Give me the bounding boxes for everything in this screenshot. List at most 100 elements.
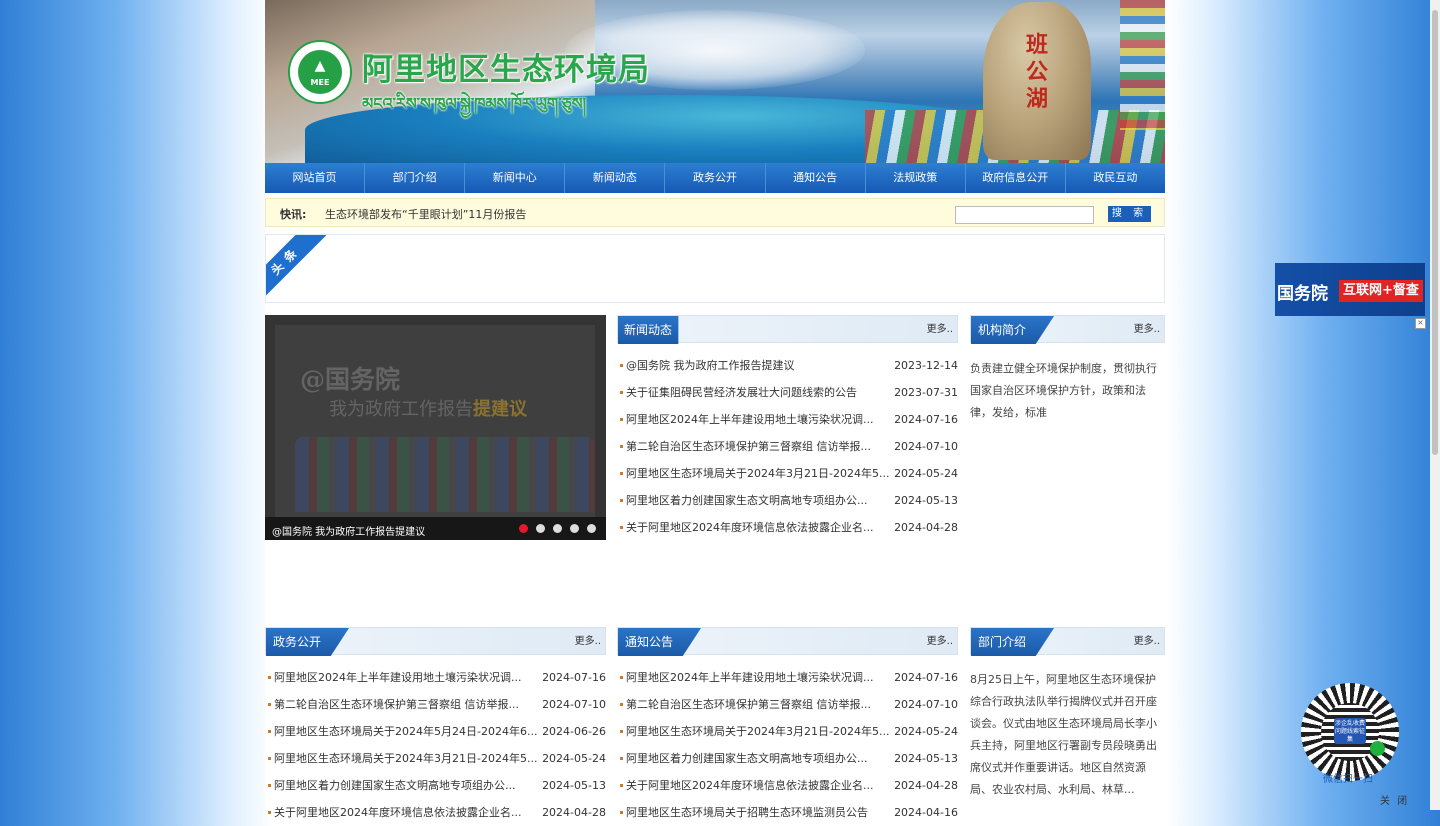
section-title[interactable]: 部门介绍: [971, 628, 1055, 656]
search-button[interactable]: 搜 索: [1108, 206, 1151, 222]
list-item[interactable]: 阿里地区着力创建国家生态文明高地专项组办公... 2024-05-13: [265, 772, 606, 799]
nav-laws[interactable]: 法规政策: [866, 163, 966, 193]
dept-description[interactable]: 8月25日上午，阿里地区生态环境保护综合行政执法队举行揭牌仪式并召开座谈会。仪式…: [970, 655, 1165, 801]
slider-dots: [519, 524, 596, 533]
item-date: 2024-07-16: [894, 413, 958, 426]
more-link[interactable]: 更多..: [575, 628, 601, 656]
notice-section: 通知公告 更多.. 阿里地区2024年上半年建设用地土壤污染状况调... 2024…: [617, 627, 958, 826]
item-title[interactable]: 阿里地区生态环境局关于2024年3月21日-2024年5...: [626, 467, 889, 480]
item-title[interactable]: @国务院 我为政府工作报告提建议: [626, 359, 795, 372]
list-item[interactable]: 第二轮自治区生态环境保护第三督察组 信访举报... 2024-07-10: [617, 691, 958, 718]
news-flash-bar: 快讯: 生态环境部发布“千里眼计划”11月份报告 搜 索: [265, 198, 1165, 227]
item-date: 2024-05-13: [894, 752, 958, 765]
slide-image[interactable]: @国务院 我为政府工作报告提建议: [275, 325, 595, 517]
nav-notices[interactable]: 通知公告: [766, 163, 866, 193]
item-title[interactable]: 关于阿里地区2024年度环境信息依法披露企业名...: [626, 521, 873, 534]
wechat-icon: [1370, 741, 1385, 756]
slide-caption[interactable]: @国务院 我为政府工作报告提建议: [272, 523, 425, 538]
slider-dot[interactable]: [536, 524, 545, 533]
list-item[interactable]: 关于征集阻碍民营经济发展壮大问题线索的公告 2023-07-31: [617, 379, 958, 406]
item-title[interactable]: 阿里地区着力创建国家生态文明高地专项组办公...: [274, 779, 516, 792]
header-banner: 班 公 湖 ▲ MEE 阿里地区生态环境局 མངའ་རིས་ས་ཁུལ་སྐྱེ…: [265, 0, 1165, 163]
item-title[interactable]: 第二轮自治区生态环境保护第三督察组 信访举报...: [626, 440, 871, 453]
item-title[interactable]: 第二轮自治区生态环境保护第三督察组 信访举报...: [626, 698, 871, 711]
list-item[interactable]: 阿里地区生态环境局关于招聘生态环境监测员公告 2024-04-16: [617, 799, 958, 826]
mee-logo[interactable]: ▲ MEE: [288, 40, 352, 104]
item-title[interactable]: 阿里地区生态环境局关于2024年3月21日-2024年5...: [626, 725, 889, 738]
section-header: 部门介绍 更多..: [970, 627, 1165, 656]
search-input[interactable]: [955, 206, 1094, 224]
logo-emblem-icon: ▲ MEE: [298, 50, 342, 94]
nav-gov-affairs[interactable]: 政务公开: [665, 163, 766, 193]
slider-dot[interactable]: [570, 524, 579, 533]
more-link[interactable]: 更多..: [1134, 316, 1160, 344]
list-item[interactable]: 关于阿里地区2024年度环境信息依法披露企业名... 2024-04-28: [617, 514, 958, 541]
list-item[interactable]: 阿里地区生态环境局关于2024年3月21日-2024年5... 2024-05-2…: [265, 745, 606, 772]
item-title[interactable]: 阿里地区2024年上半年建设用地土壤污染状况调...: [626, 671, 873, 684]
item-date: 2024-04-28: [894, 521, 958, 534]
close-icon[interactable]: ×: [1415, 318, 1426, 329]
gov-affairs-section: 政务公开 更多.. 阿里地区2024年上半年建设用地土壤污染状况调... 2024…: [265, 627, 606, 826]
item-title[interactable]: 阿里地区2024年上半年建设用地土壤污染状况调...: [274, 671, 521, 684]
list-item[interactable]: 第二轮自治区生态环境保护第三督察组 信访举报... 2024-07-10: [617, 433, 958, 460]
item-title[interactable]: 第二轮自治区生态环境保护第三督察组 信访举报...: [274, 698, 519, 711]
item-title[interactable]: 阿里地区生态环境局关于2024年3月21日-2024年5...: [274, 752, 537, 765]
list-item[interactable]: 阿里地区生态环境局关于2024年3月21日-2024年5... 2024-05-2…: [617, 718, 958, 745]
section-title[interactable]: 通知公告: [618, 628, 702, 656]
item-date: 2024-06-26: [542, 725, 606, 738]
slider-dot[interactable]: [519, 524, 528, 533]
site-name-tibetan: མངའ་རིས་ས་ཁུལ་སྐྱེ་ཁམས་ཁོར་ཡུག་ཅུས།: [362, 94, 587, 113]
item-title[interactable]: 关于阿里地区2024年度环境信息依法披露企业名...: [626, 779, 873, 792]
more-link[interactable]: 更多..: [927, 316, 953, 344]
item-title[interactable]: 阿里地区生态环境局关于2024年5月24日-2024年6...: [274, 725, 537, 738]
list-item[interactable]: 关于阿里地区2024年度环境信息依法披露企业名... 2024-04-28: [265, 799, 606, 826]
item-date: 2023-12-14: [894, 359, 958, 372]
nav-home[interactable]: 网站首页: [265, 163, 366, 193]
qr-caption: 微信扫一扫: [1323, 774, 1373, 785]
news-section: 新闻动态 更多.. @国务院 我为政府工作报告提建议 2023-12-14 关于征…: [617, 315, 958, 541]
item-title[interactable]: 关于阿里地区2024年度环境信息依法披露企业名...: [274, 806, 521, 819]
list-item[interactable]: 阿里地区着力创建国家生态文明高地专项组办公... 2024-05-13: [617, 745, 958, 772]
slider-dot[interactable]: [553, 524, 562, 533]
section-header: 新闻动态 更多..: [617, 315, 958, 344]
nav-gov-info[interactable]: 政府信息公开: [966, 163, 1066, 193]
list-item[interactable]: 关于阿里地区2024年度环境信息依法披露企业名... 2024-04-28: [617, 772, 958, 799]
image-slider[interactable]: @国务院 我为政府工作报告提建议 @国务院 我为政府工作报告提建议: [265, 315, 606, 540]
scrollbar-thumb[interactable]: [1432, 10, 1438, 455]
nav-news-updates[interactable]: 新闻动态: [565, 163, 666, 193]
list-item[interactable]: 阿里地区生态环境局关于2024年5月24日-2024年6... 2024-06-2…: [265, 718, 606, 745]
ad-right-text: 互联网+督查: [1339, 280, 1423, 302]
stone-char: 班: [1025, 32, 1048, 58]
item-title[interactable]: 阿里地区着力创建国家生态文明高地专项组办公...: [626, 494, 868, 507]
list-item[interactable]: 第二轮自治区生态环境保护第三督察组 信访举报... 2024-07-10: [265, 691, 606, 718]
more-link[interactable]: 更多..: [927, 628, 953, 656]
list-item[interactable]: 阿里地区着力创建国家生态文明高地专项组办公... 2024-05-13: [617, 487, 958, 514]
item-date: 2024-07-16: [542, 671, 606, 684]
item-date: 2024-05-24: [894, 467, 958, 480]
nav-dept-intro[interactable]: 部门介绍: [365, 163, 466, 193]
list-item[interactable]: @国务院 我为政府工作报告提建议 2023-12-14: [617, 352, 958, 379]
list-item[interactable]: 阿里地区生态环境局关于2024年3月21日-2024年5... 2024-05-2…: [617, 460, 958, 487]
page-container: 班 公 湖 ▲ MEE 阿里地区生态环境局 མངའ་རིས་ས་ཁུལ་སྐྱེ…: [265, 0, 1165, 819]
list-item[interactable]: 阿里地区2024年上半年建设用地土壤污染状况调... 2024-07-16: [265, 664, 606, 691]
list-item[interactable]: 阿里地区2024年上半年建设用地土壤污染状况调... 2024-07-16: [617, 406, 958, 433]
section-title[interactable]: 政务公开: [266, 628, 350, 656]
item-title[interactable]: 关于征集阻碍民营经济发展壮大问题线索的公告: [626, 386, 857, 399]
item-date: 2024-07-10: [894, 440, 958, 453]
item-title[interactable]: 阿里地区着力创建国家生态文明高地专项组办公...: [626, 752, 868, 765]
item-date: 2024-05-24: [542, 752, 606, 765]
flash-headline[interactable]: 生态环境部发布“千里眼计划”11月份报告: [325, 206, 526, 222]
slider-dot[interactable]: [587, 524, 596, 533]
section-title[interactable]: 新闻动态: [618, 316, 680, 344]
scrollbar[interactable]: [1430, 0, 1440, 810]
section-title[interactable]: 机构简介: [971, 316, 1055, 344]
nav-news-center[interactable]: 新闻中心: [465, 163, 566, 193]
more-link[interactable]: 更多..: [1134, 628, 1160, 656]
qr-close-button[interactable]: 关 闭: [1380, 792, 1409, 807]
item-title[interactable]: 阿里地区生态环境局关于招聘生态环境监测员公告: [626, 806, 868, 819]
list-item[interactable]: 阿里地区2024年上半年建设用地土壤污染状况调... 2024-07-16: [617, 664, 958, 691]
gov-supervision-ad[interactable]: 国务院 互联网+督查 ×: [1275, 263, 1426, 329]
qr-center-label: 涉企乱收费问题线索征集: [1334, 718, 1366, 744]
nav-interaction[interactable]: 政民互动: [1066, 163, 1165, 193]
item-title[interactable]: 阿里地区2024年上半年建设用地土壤污染状况调...: [626, 413, 873, 426]
